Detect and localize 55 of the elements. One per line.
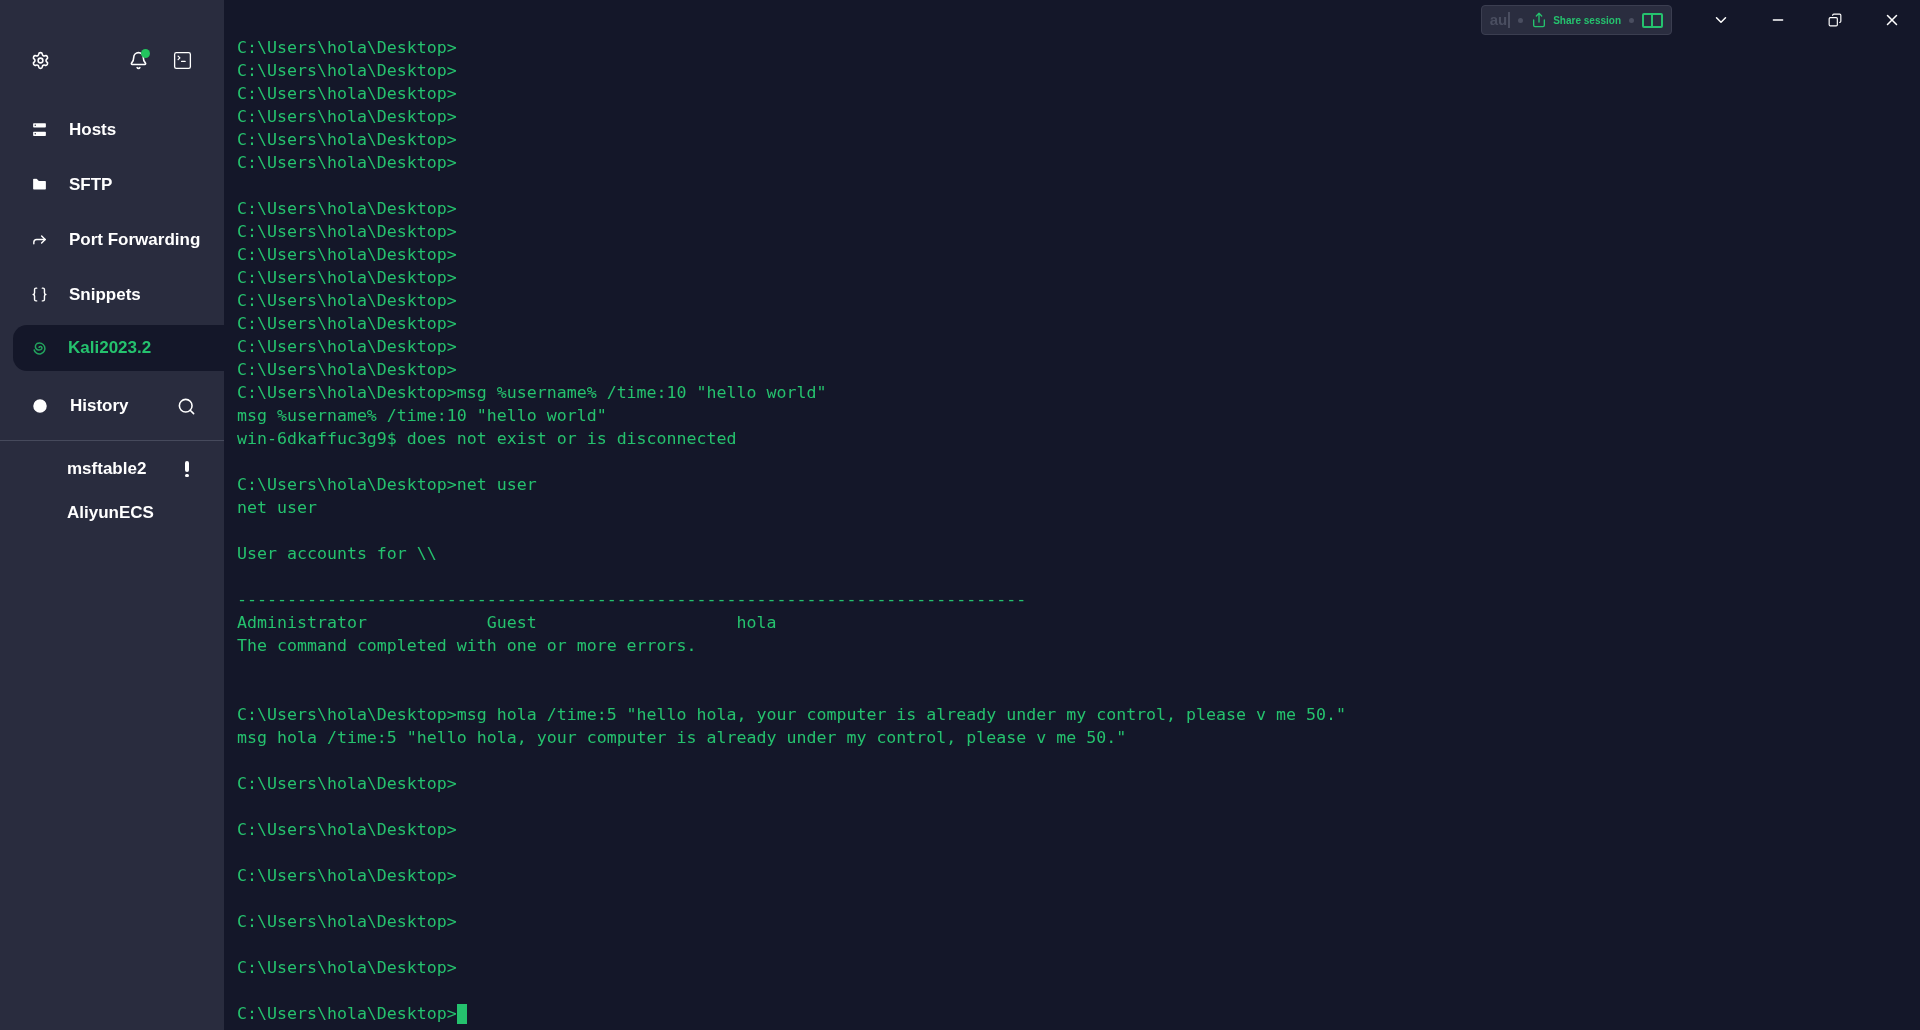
terminal-icon[interactable] [172, 49, 193, 71]
terminal-line: C:\Users\hola\Desktop> [237, 129, 457, 151]
nav-label: Hosts [69, 118, 117, 141]
bell-icon[interactable] [129, 50, 148, 70]
settings-icon[interactable] [31, 50, 50, 70]
history-item[interactable]: msftable2 [0, 447, 224, 491]
terminal-line: C:\Users\hola\Desktop> [237, 198, 457, 220]
terminal-line: C:\Users\hola\Desktop>net user [237, 474, 537, 496]
terminal-line: C:\Users\hola\Desktop> [237, 290, 457, 312]
braces-icon [31, 286, 48, 303]
terminal-line: C:\Users\hola\Desktop> [237, 336, 457, 358]
terminal-line: C:\Users\hola\Desktop> [237, 37, 457, 59]
terminal-line: The command completed with one or more errors. [237, 635, 697, 657]
terminal-line: msg hola /time:5 "hello hola, your computer is already under my control, please v me 50." [237, 727, 1127, 749]
terminal-line: C:\Users\hola\Desktop> [237, 106, 457, 128]
terminal-line: C:\Users\hola\Desktop> [237, 267, 457, 289]
terminal-line: C:\Users\hola\Desktop> [237, 244, 457, 266]
nav-item[interactable]: Port Forwarding [0, 212, 224, 267]
terminal-line: msg %username% /time:10 "hello world" [237, 405, 607, 427]
search-icon[interactable] [177, 396, 196, 416]
terminal-line: User accounts for \\ [237, 543, 437, 565]
terminal-line: C:\Users\hola\Desktop> [237, 911, 457, 933]
nav-label: Port Forwarding [69, 228, 201, 251]
terminal-line: C:\Users\hola\Desktop> [237, 313, 457, 335]
terminal-line: net user [237, 497, 317, 519]
nav-item[interactable]: Kali2023.2 [13, 325, 224, 371]
terminal-line: C:\Users\hola\Desktop> [237, 221, 457, 243]
terminal-line: C:\Users\hola\Desktop> [237, 359, 457, 381]
nav-item[interactable]: Snippets [0, 267, 224, 322]
terminal-line: Administrator Guest hola [237, 612, 777, 634]
split-view-icon[interactable] [1642, 12, 1663, 28]
nav-label: Kali2023.2 [68, 337, 152, 360]
nav-item[interactable]: SFTP [0, 157, 224, 212]
share-icon [1531, 12, 1548, 28]
terminal-line: C:\Users\hola\Desktop> [237, 819, 457, 841]
terminal-line: C:\Users\hola\Desktop> [237, 152, 457, 174]
terminal-line: ------------------------------------------------------------------------------- [237, 589, 1027, 611]
server-icon [31, 121, 48, 138]
terminal-line: C:\Users\hola\Desktop> [237, 957, 457, 979]
nav-label: SFTP [69, 173, 113, 196]
terminal-line: C:\Users\hola\Desktop> [237, 865, 457, 887]
history-title: History [70, 395, 130, 418]
nav-label: Snippets [69, 283, 141, 306]
folder-icon [31, 176, 48, 193]
terminal-line: C:\Users\hola\Desktop> [237, 1003, 457, 1025]
terminal-line: C:\Users\hola\Desktop> [237, 60, 457, 82]
terminal-line: C:\Users\hola\Desktop> [237, 773, 457, 795]
share-session-button[interactable]: Share session [1531, 12, 1621, 28]
terminal-line: C:\Users\hola\Desktop>msg hola /time:5 "hello hola, your computer is already under my control, please v me 50." [237, 704, 1346, 726]
terminal-line: C:\Users\hola\Desktop>msg %username% /time:10 "hello world" [237, 382, 827, 404]
history-item[interactable]: AliyunECS [0, 491, 224, 535]
nav-item[interactable]: Hosts [0, 102, 224, 157]
spiral-icon [31, 340, 47, 356]
terminal-line: win-6dkaffuc3g9$ does not exist or is disconnected [237, 428, 737, 450]
terminal-line: C:\Users\hola\Desktop> [237, 83, 457, 105]
